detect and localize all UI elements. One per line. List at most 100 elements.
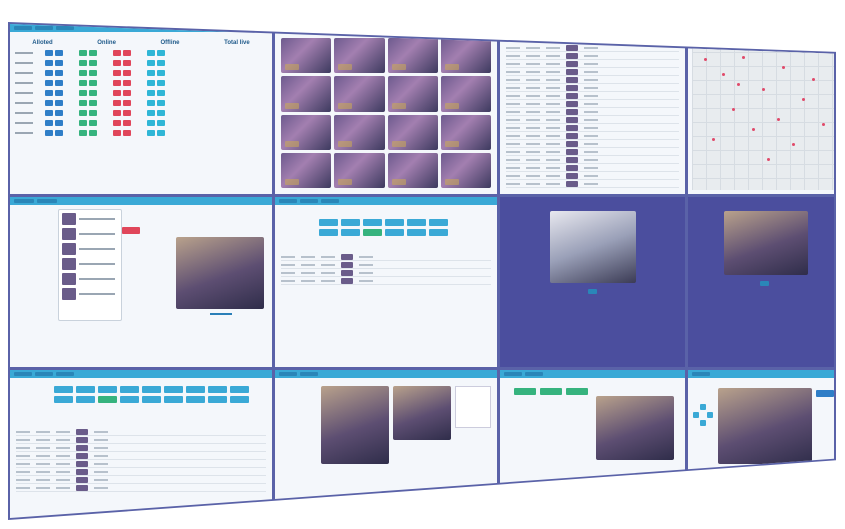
filter-button[interactable] <box>230 396 249 403</box>
table-row[interactable] <box>16 484 266 492</box>
toolbar-button[interactable] <box>279 199 297 203</box>
camera-tile[interactable] <box>334 38 385 74</box>
stat-count-chip[interactable] <box>157 70 165 76</box>
camera-tile[interactable] <box>281 114 332 150</box>
ptz-up-arrow-icon[interactable] <box>700 404 706 410</box>
map-pin-icon[interactable] <box>777 118 780 121</box>
table-row[interactable] <box>281 253 491 261</box>
stat-count-chip[interactable] <box>157 120 165 126</box>
tab-button[interactable] <box>514 388 536 395</box>
table-row[interactable] <box>506 76 679 84</box>
alert-list-item[interactable] <box>62 273 118 285</box>
stat-count-chip[interactable] <box>79 90 87 96</box>
stat-count-chip[interactable] <box>79 130 87 136</box>
toolbar-button[interactable] <box>14 199 34 203</box>
camera-tile[interactable] <box>387 76 438 112</box>
filter-button[interactable] <box>341 229 360 236</box>
table-row[interactable] <box>281 277 491 285</box>
camera-tile[interactable] <box>334 152 385 188</box>
map-pin-icon[interactable] <box>712 138 715 141</box>
stat-count-chip[interactable] <box>157 100 165 106</box>
toolbar-button[interactable] <box>525 372 543 376</box>
stat-count-chip[interactable] <box>55 130 63 136</box>
stat-count-chip[interactable] <box>157 50 165 56</box>
alert-list-item[interactable] <box>62 228 118 240</box>
camera-tile[interactable] <box>440 152 491 188</box>
map-pin-icon[interactable] <box>722 73 725 76</box>
camera-tile[interactable] <box>440 114 491 150</box>
alert-list-item[interactable] <box>62 243 118 255</box>
stat-count-chip[interactable] <box>113 80 121 86</box>
stat-count-chip[interactable] <box>123 130 131 136</box>
map-pin-icon[interactable] <box>782 66 785 69</box>
stat-count-chip[interactable] <box>89 80 97 86</box>
ptz-action-button[interactable] <box>816 390 834 397</box>
ptz-feed[interactable] <box>718 388 812 464</box>
stat-count-chip[interactable] <box>89 120 97 126</box>
stat-count-chip[interactable] <box>147 110 155 116</box>
filter-button[interactable] <box>341 219 360 226</box>
next-button[interactable] <box>760 281 769 286</box>
ptz-left-arrow-icon[interactable] <box>693 412 699 418</box>
stat-count-chip[interactable] <box>113 120 121 126</box>
toolbar-button[interactable] <box>692 26 708 30</box>
stat-count-chip[interactable] <box>113 130 121 136</box>
alert-list-item[interactable] <box>62 213 118 225</box>
stat-count-chip[interactable] <box>147 120 155 126</box>
filter-button[interactable] <box>76 386 95 393</box>
filter-button[interactable] <box>164 396 183 403</box>
filter-button[interactable] <box>164 386 183 393</box>
toolbar-button[interactable] <box>300 199 318 203</box>
map-pin-icon[interactable] <box>792 143 795 146</box>
stat-count-chip[interactable] <box>45 110 53 116</box>
filter-button[interactable] <box>319 229 338 236</box>
next-button[interactable] <box>588 289 597 294</box>
stat-count-chip[interactable] <box>123 70 131 76</box>
camera-tile[interactable] <box>281 152 332 188</box>
stat-count-chip[interactable] <box>89 130 97 136</box>
camera-tile[interactable] <box>334 76 385 112</box>
filter-button[interactable] <box>186 396 205 403</box>
table-row[interactable] <box>506 116 679 124</box>
stat-count-chip[interactable] <box>123 110 131 116</box>
stat-count-chip[interactable] <box>79 120 87 126</box>
stat-count-chip[interactable] <box>45 130 53 136</box>
stat-count-chip[interactable] <box>123 50 131 56</box>
stat-count-chip[interactable] <box>113 60 121 66</box>
stat-count-chip[interactable] <box>55 120 63 126</box>
map-pin-icon[interactable] <box>732 108 735 111</box>
filter-button[interactable] <box>363 219 382 226</box>
toolbar-button[interactable] <box>302 26 322 30</box>
filter-button[interactable] <box>407 229 426 236</box>
toolbar-button[interactable] <box>279 372 297 376</box>
filter-button[interactable] <box>230 386 249 393</box>
table-row[interactable] <box>506 68 679 76</box>
filter-button[interactable] <box>429 219 448 226</box>
table-row[interactable] <box>16 468 266 476</box>
table-row[interactable] <box>506 132 679 140</box>
filter-button[interactable] <box>385 229 404 236</box>
stat-count-chip[interactable] <box>147 70 155 76</box>
map-pin-icon[interactable] <box>812 78 815 81</box>
filter-button[interactable] <box>120 386 139 393</box>
camera-tile[interactable] <box>334 114 385 150</box>
map-pin-icon[interactable] <box>704 58 707 61</box>
stat-count-chip[interactable] <box>45 90 53 96</box>
filter-button[interactable] <box>98 396 117 403</box>
toolbar-button[interactable] <box>504 26 522 30</box>
table-row[interactable] <box>506 156 679 164</box>
camera-tile[interactable] <box>387 152 438 188</box>
table-row[interactable] <box>506 164 679 172</box>
filter-button[interactable] <box>142 396 161 403</box>
stat-count-chip[interactable] <box>55 60 63 66</box>
filter-button[interactable] <box>208 386 227 393</box>
table-row[interactable] <box>506 140 679 148</box>
date-picker[interactable] <box>455 386 491 428</box>
stat-count-chip[interactable] <box>123 80 131 86</box>
stat-count-chip[interactable] <box>147 130 155 136</box>
stat-count-chip[interactable] <box>89 50 97 56</box>
table-row[interactable] <box>506 52 679 60</box>
table-row[interactable] <box>16 428 266 436</box>
stat-count-chip[interactable] <box>79 50 87 56</box>
stat-count-chip[interactable] <box>45 70 53 76</box>
